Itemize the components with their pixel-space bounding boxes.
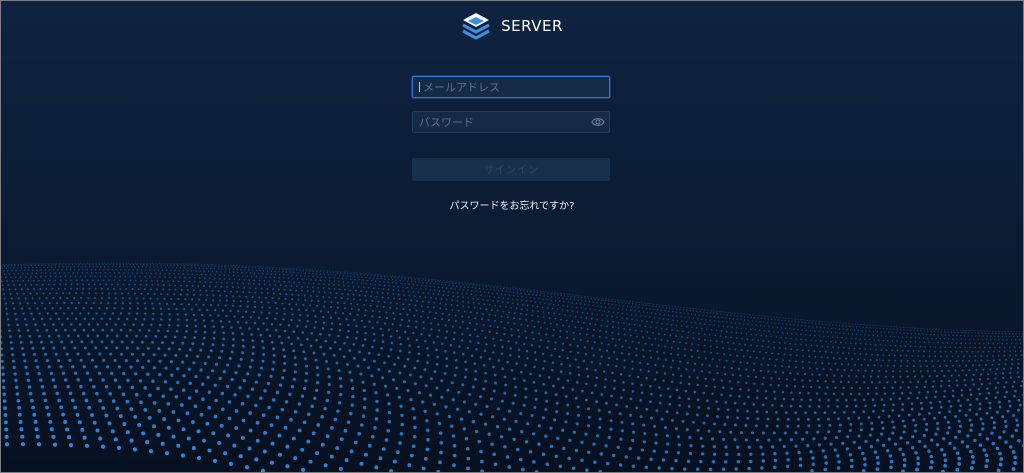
forgot-password-link[interactable]: パスワードをお忘れですか?: [1, 197, 1023, 212]
brand-name: SERVER: [501, 17, 563, 35]
login-screen: SERVER サインイン パスワードをお忘れですか?: [0, 0, 1024, 473]
text-cursor: [419, 82, 420, 92]
email-input[interactable]: [423, 80, 593, 94]
dot-wave-background: [1, 262, 1023, 472]
password-input[interactable]: [419, 115, 589, 129]
brand-header: SERVER: [1, 11, 1023, 41]
signin-button[interactable]: サインイン: [412, 158, 610, 181]
stacked-layers-icon: [462, 13, 490, 40]
email-field[interactable]: [412, 76, 610, 98]
password-field[interactable]: [412, 111, 610, 133]
eye-icon[interactable]: [591, 116, 605, 128]
